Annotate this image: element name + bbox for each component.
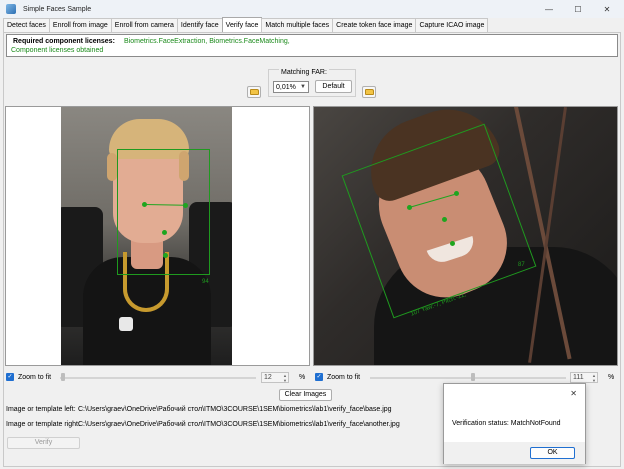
verify-button[interactable]: Verify xyxy=(7,437,80,449)
left-image-viewer[interactable]: 94 xyxy=(5,106,310,366)
right-mouth-point xyxy=(450,241,455,246)
tab-strip: Detect faces Enroll from image Enroll fr… xyxy=(3,17,489,32)
left-path-label: Image or template left: xyxy=(6,406,76,413)
right-eye-point xyxy=(454,191,459,196)
left-detection-label: 94 xyxy=(202,279,209,285)
minimize-button[interactable]: — xyxy=(534,0,564,18)
spinner-arrows-icon[interactable]: ▲ ▼ xyxy=(592,373,596,383)
verification-status-dialog: ✕ Verification status: MatchNotFound OK xyxy=(443,383,586,464)
left-eye-point xyxy=(183,203,188,208)
license-status: Component licenses obtained xyxy=(11,47,104,54)
tab-capture-icao-image[interactable]: Capture ICAO image xyxy=(415,18,489,32)
right-zoom-slider[interactable] xyxy=(370,377,566,379)
open-right-image-button[interactable] xyxy=(362,86,376,98)
open-left-image-button[interactable] xyxy=(247,86,261,98)
folder-icon xyxy=(249,89,259,95)
license-names: Biometrics.FaceExtraction, Biometrics.Fa… xyxy=(124,38,290,45)
license-title: Required component licenses: xyxy=(13,38,115,45)
dialog-footer: OK xyxy=(444,442,585,464)
chevron-down-icon: ▼ xyxy=(300,84,306,90)
tab-create-token-face-image[interactable]: Create token face image xyxy=(332,18,417,32)
default-far-button[interactable]: Default xyxy=(315,80,352,93)
right-zoom-value-input[interactable]: 111 ▲ ▼ xyxy=(570,372,598,383)
left-nose-point xyxy=(162,230,167,235)
tab-enroll-from-image[interactable]: Enroll from image xyxy=(48,18,112,32)
maximize-button[interactable]: ☐ xyxy=(563,0,593,18)
right-zoom-unit: % xyxy=(608,374,615,381)
right-path-label: Image or template right: xyxy=(6,421,80,428)
left-zoom-slider-thumb[interactable] xyxy=(61,373,65,381)
close-button[interactable]: ✕ xyxy=(592,0,622,18)
left-mouth-point xyxy=(163,253,168,258)
right-zoom-slider-thumb[interactable] xyxy=(471,373,475,381)
tab-match-multiple-faces[interactable]: Match multiple faces xyxy=(261,18,334,32)
matching-far-label: Matching FAR: xyxy=(279,69,329,76)
right-zoom-to-fit-checkbox[interactable]: ✓ xyxy=(315,373,323,381)
right-zoom-to-fit-label: Zoom to fit xyxy=(327,374,361,381)
tab-identify-face[interactable]: Identify face xyxy=(176,18,223,32)
tab-detect-faces[interactable]: Detect faces xyxy=(3,18,50,32)
tab-enroll-from-camera[interactable]: Enroll from camera xyxy=(110,18,178,32)
spinner-arrows-icon[interactable]: ▲ ▼ xyxy=(283,373,287,383)
dialog-ok-button[interactable]: OK xyxy=(530,447,575,459)
tab-verify-face[interactable]: Verify face xyxy=(221,17,263,32)
right-detection-corner-label: 87 xyxy=(518,262,525,268)
right-image-viewer[interactable]: 107 Yaw:-7, Pitch:-22, 87 xyxy=(313,106,618,366)
left-zoom-value-input[interactable]: 12 ▲ ▼ xyxy=(261,372,289,383)
folder-icon xyxy=(364,89,374,95)
left-zoom-to-fit-checkbox[interactable]: ✓ xyxy=(6,373,14,381)
window-title: Simple Faces Sample xyxy=(23,5,92,13)
license-panel: Required component licenses: Biometrics.… xyxy=(6,34,618,57)
right-zoom-value: 111 xyxy=(573,374,584,381)
dialog-message: Verification status: MatchNotFound xyxy=(452,420,561,427)
matching-far-group: Matching FAR: 0,01% ▼ Default xyxy=(268,69,356,97)
app-icon xyxy=(6,4,16,14)
left-zoom-value: 12 xyxy=(264,374,272,381)
right-eye-point xyxy=(407,205,412,210)
matching-far-value: 0,01% xyxy=(276,84,296,91)
right-path-value: C:\Users\graev\OneDrive\Рабочий стол\ITM… xyxy=(78,421,400,428)
title-bar: Simple Faces Sample — ☐ ✕ xyxy=(0,0,624,18)
left-zoom-slider[interactable] xyxy=(60,377,256,379)
dialog-close-icon[interactable]: ✕ xyxy=(570,389,577,398)
right-nose-point xyxy=(442,217,447,222)
left-eye-point xyxy=(142,202,147,207)
clear-images-button[interactable]: Clear Images xyxy=(279,389,332,401)
left-path-value: C:\Users\graev\OneDrive\Рабочий стол\ITM… xyxy=(78,406,392,413)
left-zoom-to-fit-label: Zoom to fit xyxy=(18,374,52,381)
matching-far-select[interactable]: 0,01% ▼ xyxy=(273,81,309,93)
left-zoom-unit: % xyxy=(299,374,306,381)
